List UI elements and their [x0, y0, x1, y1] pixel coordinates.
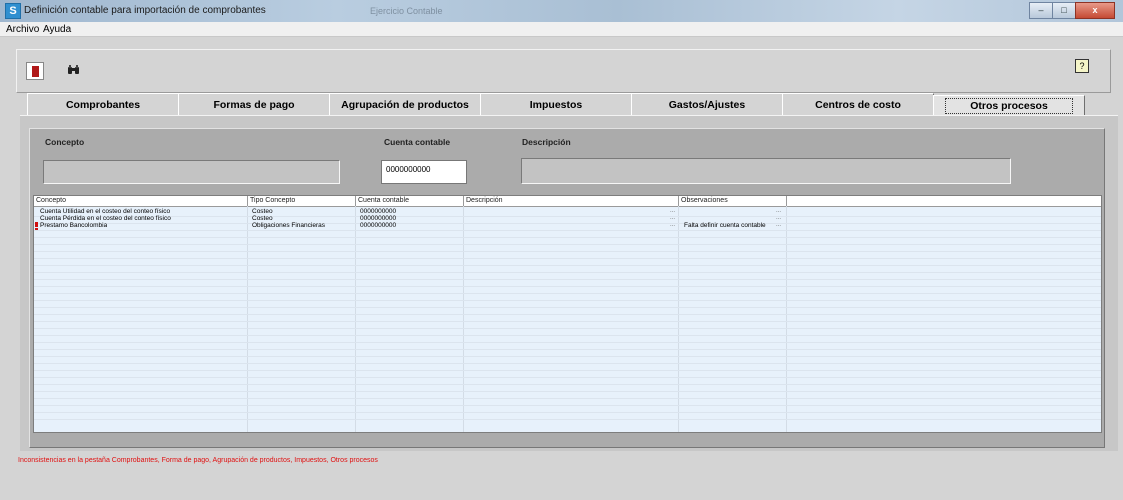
menu-archivo[interactable]: Archivo — [6, 24, 39, 35]
status-message: Inconsistencias en la pestaña Comprobant… — [18, 457, 378, 464]
blurred-title: Ejercicio Contable — [370, 6, 443, 16]
menu-ayuda[interactable]: Ayuda — [43, 24, 71, 35]
toolbar-panel — [16, 49, 1111, 93]
cuenta-label: Cuenta contable — [384, 137, 451, 147]
col-descripcion[interactable]: Descripción — [464, 196, 679, 206]
descripcion-label: Descripción — [522, 137, 571, 147]
tab-comprobantes[interactable]: Comprobantes — [27, 93, 179, 115]
ellipsis-button[interactable]: ... — [776, 221, 781, 229]
app-icon: S — [5, 3, 21, 19]
tab-strip: Comprobantes Formas de pago Agrupación d… — [20, 93, 1118, 116]
tab-label: Impuestos — [529, 98, 583, 111]
tab-centros-de-costo[interactable]: Centros de costo — [782, 93, 934, 115]
grid-header: Concepto Tipo Concepto Cuenta contable D… — [34, 196, 1101, 207]
tab-label: Agrupación de productos — [341, 98, 469, 111]
tab-otros-procesos[interactable]: Otros procesos — [933, 95, 1085, 116]
descripcion-field[interactable] — [521, 158, 1011, 184]
concepto-field[interactable] — [43, 160, 340, 184]
conceptos-grid[interactable]: Concepto Tipo Concepto Cuenta contable D… — [33, 195, 1102, 433]
help-icon[interactable]: ? — [1075, 59, 1089, 73]
col-observaciones[interactable]: Observaciones — [679, 196, 787, 206]
col-concepto[interactable]: Concepto — [34, 196, 248, 206]
tab-impuestos[interactable]: Impuestos — [480, 93, 632, 115]
tab-label: Comprobantes — [65, 98, 141, 111]
tab-formas-de-pago[interactable]: Formas de pago — [178, 93, 330, 115]
col-cuenta-contable[interactable]: Cuenta contable — [356, 196, 464, 206]
ellipsis-button[interactable]: ... — [670, 221, 675, 229]
concepto-label: Concepto — [45, 137, 85, 147]
tab-label: Otros procesos — [945, 98, 1073, 114]
binoculars-icon[interactable] — [65, 62, 81, 78]
tab-gastos-ajustes[interactable]: Gastos/Ajustes — [631, 93, 783, 115]
maximize-button[interactable]: □ — [1052, 2, 1076, 19]
exit-icon[interactable] — [26, 62, 44, 80]
col-tipo-concepto[interactable]: Tipo Concepto — [248, 196, 356, 206]
window-controls: – □ x — [1029, 2, 1115, 19]
minimize-button[interactable]: – — [1029, 2, 1053, 19]
tab-agrupacion-productos[interactable]: Agrupación de productos — [329, 93, 481, 115]
window-title: Definición contable para importación de … — [24, 5, 266, 16]
empty-row[interactable] — [34, 411, 1101, 420]
tab-label: Gastos/Ajustes — [668, 98, 746, 111]
title-bar: S Definición contable para importación d… — [0, 0, 1123, 23]
tab-label: Centros de costo — [815, 98, 901, 111]
cuenta-contable-input[interactable]: 0000000000 — [381, 160, 467, 184]
menu-bar — [0, 22, 1123, 37]
tab-label: Formas de pago — [213, 98, 295, 111]
close-button[interactable]: x — [1075, 2, 1115, 19]
